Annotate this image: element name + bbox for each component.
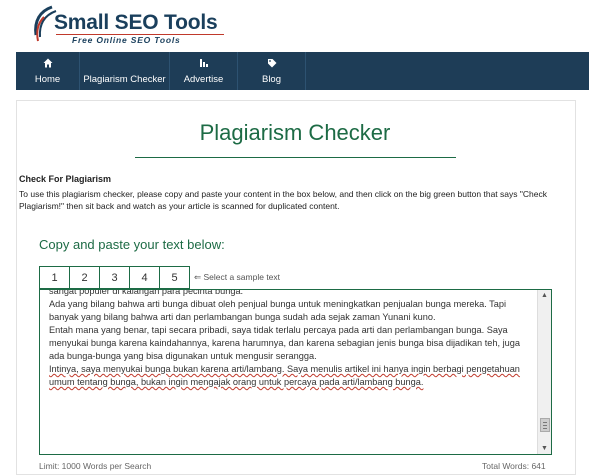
- title-divider: [135, 157, 456, 158]
- main-nav: Home Plagiarism Checker Advertise Blog: [16, 52, 589, 90]
- textarea-line: Ada yang bilang bahwa arti bunga dibuat …: [49, 299, 506, 322]
- nav-item-blog[interactable]: Blog: [238, 52, 306, 90]
- intro-text: To use this plagiarism checker, please c…: [19, 189, 547, 211]
- textarea-content: sangat populer di kalangan para pecinta …: [49, 289, 534, 389]
- scroll-up-arrow-icon[interactable]: ▲: [541, 292, 548, 299]
- logo-tagline: Free Online SEO Tools: [72, 35, 181, 45]
- advertise-icon: [199, 58, 209, 71]
- sample-button-1[interactable]: 1: [39, 266, 70, 289]
- logo-text-small: Small: [54, 11, 115, 34]
- textarea-label: Copy and paste your text below:: [39, 237, 225, 252]
- home-icon: [43, 58, 53, 71]
- nav-item-plagiarism-checker[interactable]: Plagiarism Checker: [80, 52, 170, 90]
- textarea-line: sangat populer di kalangan para pecinta …: [49, 289, 244, 296]
- textarea-scrollbar[interactable]: ▲ ▼: [537, 290, 551, 454]
- section-heading: Check For Plagiarism: [19, 174, 112, 184]
- nav-item-label: Home: [34, 73, 61, 85]
- textarea-line: Entah mana yang benar, tapi secara priba…: [49, 325, 520, 361]
- sample-button-4[interactable]: 4: [129, 266, 160, 289]
- sample-hint: ⇐ Select a sample text: [194, 272, 281, 282]
- content-textarea[interactable]: sangat populer di kalangan para pecinta …: [39, 289, 552, 455]
- logo-text: Small SEO Tools: [54, 11, 218, 35]
- sample-button-2[interactable]: 2: [69, 266, 100, 289]
- nav-item-label: Plagiarism Checker: [83, 73, 166, 85]
- nav-item-advertise[interactable]: Advertise: [170, 52, 238, 90]
- site-logo[interactable]: Small SEO Tools Free Online SEO Tools: [30, 5, 224, 45]
- total-words-count: Total Words: 641: [482, 461, 546, 471]
- scroll-down-arrow-icon[interactable]: ▼: [541, 445, 548, 452]
- nav-item-home[interactable]: Home: [16, 52, 80, 90]
- nav-item-label: Blog: [261, 73, 281, 85]
- sample-button-5[interactable]: 5: [159, 266, 190, 289]
- textarea-line: Intinya, saya menyukai bunga bukan karen…: [49, 364, 520, 387]
- scrollbar-thumb[interactable]: [540, 418, 550, 432]
- sample-button-3[interactable]: 3: [99, 266, 130, 289]
- logo-text-seo-tools: SEO Tools: [114, 11, 218, 34]
- page-title: Plagiarism Checker: [199, 120, 391, 145]
- nav-item-label: Advertise: [183, 73, 224, 85]
- word-limit-text: Limit: 1000 Words per Search: [39, 461, 152, 471]
- plagiarism-checker-icon: [120, 58, 130, 71]
- sample-selector: 1 2 3 4 5 ⇐ Select a sample text: [39, 266, 280, 289]
- tag-icon: [267, 58, 277, 71]
